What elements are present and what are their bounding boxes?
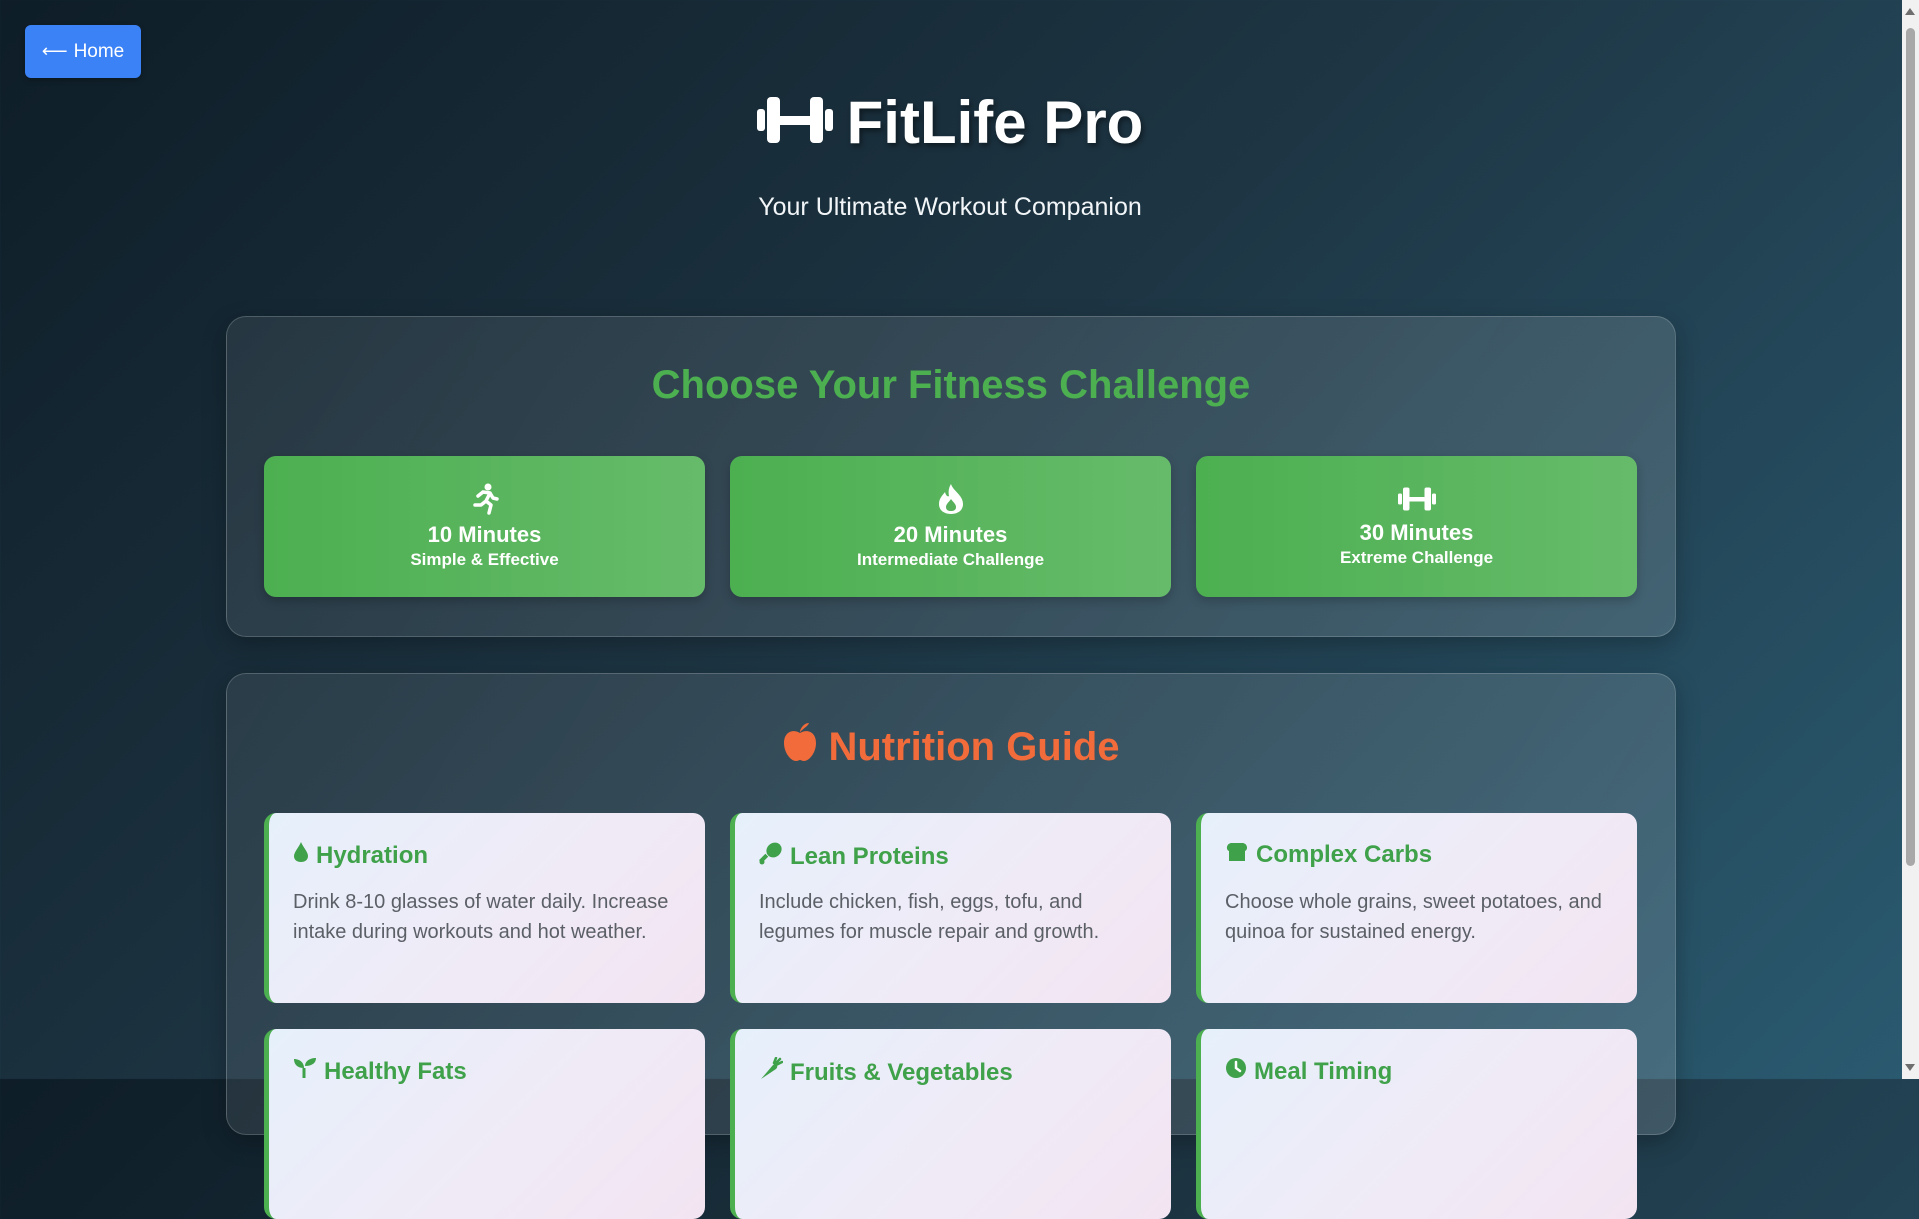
nutrition-card-title: Healthy Fats	[324, 1057, 467, 1085]
scroll-up-arrow-icon[interactable]	[1905, 8, 1915, 15]
challenge-description: Intermediate Challenge	[856, 550, 1045, 569]
challenge-minutes: 20 Minutes	[893, 522, 1008, 547]
challenge-panel: Choose Your Fitness Challenge 10 Minutes…	[226, 316, 1676, 637]
nutrition-card-title: Hydration	[316, 841, 429, 869]
nutrition-panel: Nutrition Guide Hydration Drink 8-10 gla…	[226, 673, 1676, 1219]
nutrition-card-title: Lean Proteins	[790, 842, 949, 870]
water-drop-icon	[293, 841, 309, 870]
vertical-scrollbar[interactable]	[1902, 0, 1919, 1079]
nutrition-card-title: Complex Carbs	[1256, 841, 1433, 868]
nutrition-card-text: Choose whole grains, sweet potatoes, and…	[1225, 891, 1602, 943]
dumbbell-icon	[1397, 485, 1436, 518]
seedling-icon	[293, 1057, 317, 1086]
challenge-minutes: 30 Minutes	[1359, 520, 1474, 545]
clock-icon	[1225, 1057, 1247, 1086]
nutrition-card-fruits-vegetables: Fruits & Vegetables	[730, 1029, 1171, 1219]
fire-icon	[937, 483, 965, 520]
dumbbell-icon	[756, 93, 833, 152]
nutrition-card-hydration: Hydration Drink 8-10 glasses of water da…	[264, 813, 705, 1003]
bread-icon	[1225, 841, 1249, 869]
nutrition-card-title: Fruits & Vegetables	[790, 1058, 1013, 1086]
home-button-label: Home	[73, 40, 125, 62]
drumstick-icon	[759, 841, 783, 872]
nutrition-heading-label: Nutrition Guide	[828, 724, 1120, 769]
nutrition-card-lean-proteins: Lean Proteins Include chicken, fish, egg…	[730, 813, 1171, 1003]
challenge-description: Simple & Effective	[410, 550, 559, 569]
challenge-minutes: 10 Minutes	[427, 522, 542, 547]
arrow-left-icon: ⟵	[41, 41, 68, 61]
scrollbar-thumb[interactable]	[1906, 28, 1915, 866]
apple-icon	[782, 722, 818, 772]
nutrition-card-title: Meal Timing	[1254, 1057, 1393, 1085]
carrot-icon	[759, 1056, 784, 1088]
challenge-20-minutes-button[interactable]: 20 Minutes Intermediate Challenge	[730, 456, 1171, 597]
nutrition-card-healthy-fats: Healthy Fats	[264, 1029, 705, 1219]
scroll-down-arrow-icon[interactable]	[1905, 1064, 1915, 1071]
nutrition-heading: Nutrition Guide	[227, 722, 1675, 772]
challenge-30-minutes-button[interactable]: 30 Minutes Extreme Challenge	[1196, 456, 1637, 597]
running-icon	[471, 483, 499, 520]
home-button[interactable]: ⟵ Home	[25, 25, 141, 78]
challenge-description: Extreme Challenge	[1339, 548, 1494, 567]
page-header: FitLife Pro	[0, 88, 1900, 157]
page-subtitle: Your Ultimate Workout Companion	[758, 193, 1142, 221]
nutrition-card-complex-carbs: Complex Carbs Choose whole grains, sweet…	[1196, 813, 1637, 1003]
challenge-heading: Choose Your Fitness Challenge	[651, 363, 1251, 407]
page-title: FitLife Pro	[846, 89, 1144, 156]
nutrition-card-meal-timing: Meal Timing	[1196, 1029, 1637, 1219]
nutrition-card-text: Drink 8-10 glasses of water daily. Incre…	[293, 891, 669, 943]
challenge-10-minutes-button[interactable]: 10 Minutes Simple & Effective	[264, 456, 705, 597]
nutrition-card-text: Include chicken, fish, eggs, tofu, and l…	[759, 891, 1100, 943]
